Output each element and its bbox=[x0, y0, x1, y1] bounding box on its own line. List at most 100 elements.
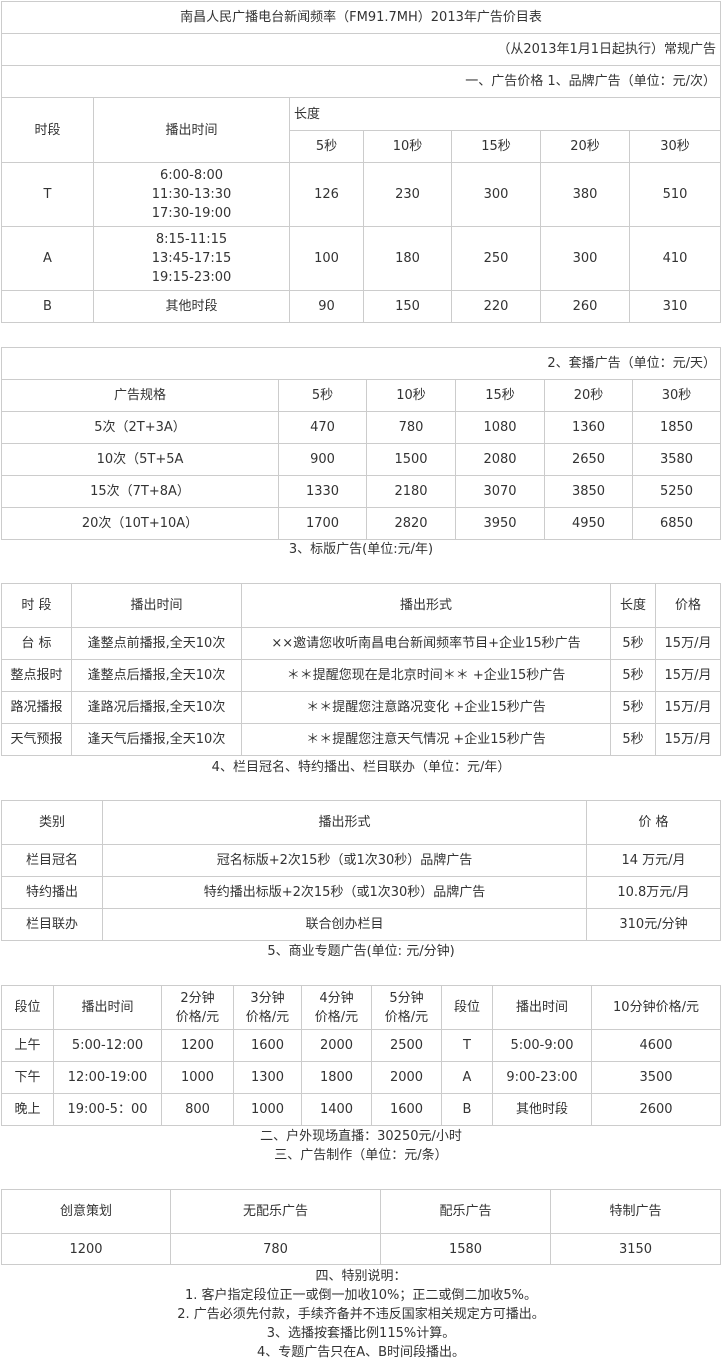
brand-ad-table: 南昌人民广播电台新闻频率（FM91.7MH）2013年广告价目表 （从2013年… bbox=[0, 1, 722, 323]
price-cell: 310 bbox=[628, 290, 722, 323]
price-cell: 2000 bbox=[301, 1029, 372, 1062]
header-creative: 创意策划 bbox=[1, 1189, 171, 1234]
period-cell: T bbox=[1, 162, 94, 227]
category-cell: 栏目冠名 bbox=[1, 844, 103, 877]
format-cell: 冠名标版+2次15秒（或1次30秒）品牌广告 bbox=[102, 844, 587, 877]
price-cell: 300 bbox=[451, 162, 541, 227]
table-row: 特约播出 特约播出标版+2次15秒（或1次30秒）品牌广告 10.8万元/月 bbox=[1, 876, 721, 909]
header-format: 播出形式 bbox=[241, 583, 611, 628]
table-row: B 其他时段 90 150 220 260 310 bbox=[1, 290, 722, 323]
price-cell: 1200 bbox=[161, 1029, 234, 1062]
header-with-music: 配乐广告 bbox=[380, 1189, 551, 1234]
price-cell: 15万/月 bbox=[655, 691, 721, 724]
price-cell: 510 bbox=[628, 162, 722, 227]
length-cell: 5秒 bbox=[610, 691, 656, 724]
note-item: 1. 客户指定段位正一或倒一加收10%；正二或倒二加收5%。 bbox=[184, 1288, 538, 1303]
table-row: 栏目联办 联合创办栏目 310元/分钟 bbox=[1, 908, 721, 941]
spec-cell: 10次（5T+5A bbox=[1, 443, 279, 476]
price-cell: 1080 bbox=[455, 411, 545, 444]
price-cell: 1200 bbox=[1, 1233, 171, 1265]
table-row: 台 标 逢整点前播报,全天10次 ××邀请您收听南昌电台新闻频率节目+企业15秒… bbox=[1, 627, 721, 660]
price-cell: 3070 bbox=[455, 475, 545, 508]
length-header: 15秒 bbox=[455, 379, 545, 412]
segment-cell: 下午 bbox=[1, 1061, 54, 1094]
price-cell: 1400 bbox=[301, 1093, 372, 1126]
period-cell: 台 标 bbox=[1, 627, 72, 660]
price-cell: 1580 bbox=[380, 1233, 551, 1265]
table-row: 上午 5:00-12:00 1200 1600 2000 2500 T 5:00… bbox=[1, 1029, 721, 1062]
price-cell: 220 bbox=[451, 290, 541, 323]
price-cell: 100 bbox=[289, 226, 364, 291]
header-period: 时段 bbox=[1, 97, 94, 163]
length-header: 30秒 bbox=[631, 379, 722, 412]
length-cell: 5秒 bbox=[610, 723, 656, 756]
price-cell: 1360 bbox=[544, 411, 633, 444]
time-line: 6:00-8:00 bbox=[159, 168, 224, 183]
effective-date: （从2013年1月1日起执行）常规广告 bbox=[0, 33, 722, 66]
category-cell: 栏目联办 bbox=[1, 908, 103, 941]
time-cell: 12:00-19:00 bbox=[53, 1061, 162, 1094]
price-cell: 2500 bbox=[371, 1029, 442, 1062]
table-row: 整点报时 逢整点后播报,全天10次 ＊＊提醒您现在是北京时间＊＊ +企业15秒广… bbox=[1, 659, 721, 692]
time-cell: 19:00-5：00 bbox=[53, 1093, 162, 1126]
caption-live-broadcast: 二、户外现场直播：30250元/小时 bbox=[260, 1129, 462, 1144]
length-header: 5秒 bbox=[278, 379, 367, 412]
price-cell: 5250 bbox=[631, 475, 722, 508]
format-cell: ＊＊提醒您注意天气情况 +企业15秒广告 bbox=[241, 723, 611, 756]
table-row: T 6:00-8:00 11:30-13:30 17:30-19:00 126 23… bbox=[1, 162, 722, 227]
price-cell: 1000 bbox=[161, 1061, 234, 1094]
table-row: 路况播报 逢路况后播报,全天10次 ＊＊提醒您注意路况变化 +企业15秒广告 5… bbox=[1, 691, 721, 724]
spec-cell: 5次（2T+3A） bbox=[1, 411, 279, 444]
production-table: 创意策划 无配乐广告 配乐广告 特制广告 1200 780 1580 3150 bbox=[1, 1189, 721, 1265]
header-time: 播出时间 bbox=[71, 583, 242, 628]
price-cell: 230 bbox=[363, 162, 452, 227]
time-cell: 8:15-11:15 13:45-17:15 19:15-23:00 bbox=[93, 226, 290, 291]
price-cell: 4950 bbox=[544, 507, 633, 540]
category-cell: 特约播出 bbox=[1, 876, 103, 909]
caption-ad-production: 三、广告制作（单位：元/条） bbox=[274, 1148, 448, 1163]
note-item: 4、专题广告只在A、B时间段播出。 bbox=[256, 1345, 466, 1360]
table-row: 5次（2T+3A） 470 780 1080 1360 1850 bbox=[1, 411, 722, 444]
time-line: 11:30-13:30 bbox=[151, 187, 232, 202]
sponsorship-table: 类别 播出形式 价 格 栏目冠名 冠名标版+2次15秒（或1次30秒）品牌广告 … bbox=[1, 800, 721, 941]
price-cell: 1000 bbox=[233, 1093, 302, 1126]
length-header: 10秒 bbox=[366, 379, 456, 412]
price-cell: 250 bbox=[451, 226, 541, 291]
time-line: 17:30-19:00 bbox=[151, 206, 232, 221]
price-cell: 2600 bbox=[591, 1093, 721, 1126]
price-cell: 1850 bbox=[631, 411, 722, 444]
section-brand-ads: 一、广告价格 1、品牌广告（单位：元/次） bbox=[0, 65, 722, 98]
header-time: 播出时间 bbox=[53, 985, 162, 1030]
price-cell: 2820 bbox=[366, 507, 456, 540]
format-cell: 特约播出标版+2次15秒（或1次30秒）品牌广告 bbox=[102, 876, 587, 909]
period-cell: 天气预报 bbox=[1, 723, 72, 756]
format-cell: ＊＊提醒您现在是北京时间＊＊ +企业15秒广告 bbox=[241, 659, 611, 692]
period-cell: 整点报时 bbox=[1, 659, 72, 692]
header-custom: 特制广告 bbox=[550, 1189, 721, 1234]
length-cell: 5秒 bbox=[610, 659, 656, 692]
header-3min: 3分钟 价格/元 bbox=[233, 985, 302, 1030]
note-item: 3、选播按套播比例115%计算。 bbox=[266, 1326, 456, 1341]
time-cell: 6:00-8:00 11:30-13:30 17:30-19:00 bbox=[93, 162, 290, 227]
header-4min: 4分钟 价格/元 bbox=[301, 985, 372, 1030]
length-header: 15秒 bbox=[451, 130, 541, 163]
price-cell: 310元/分钟 bbox=[586, 908, 721, 941]
caption-sponsorship: 4、栏目冠名、特约播出、栏目联办（单位：元/年） bbox=[211, 760, 511, 775]
price-cell: 14 万元/月 bbox=[586, 844, 721, 877]
table-row: 晚上 19:00-5：00 800 1000 1400 1600 B 其他时段 … bbox=[1, 1093, 721, 1126]
time-cell: 5:00-9:00 bbox=[492, 1029, 592, 1062]
time-cell: 逢天气后播报,全天10次 bbox=[71, 723, 242, 756]
price-cell: 780 bbox=[366, 411, 456, 444]
table-row: A 8:15-11:15 13:45-17:15 19:15-23:00 100 1… bbox=[1, 226, 722, 291]
length-header: 10秒 bbox=[363, 130, 452, 163]
price-cell: 380 bbox=[540, 162, 630, 227]
price-cell: 300 bbox=[540, 226, 630, 291]
price-cell: 2180 bbox=[366, 475, 456, 508]
time-cell: 5:00-12:00 bbox=[53, 1029, 162, 1062]
table-title: 南昌人民广播电台新闻频率（FM91.7MH）2013年广告价目表 bbox=[0, 1, 722, 34]
price-cell: 2080 bbox=[455, 443, 545, 476]
length-cell: 5秒 bbox=[610, 627, 656, 660]
header-spec: 广告规格 bbox=[1, 379, 279, 412]
header-segment-2: 段位 bbox=[441, 985, 493, 1030]
price-cell: 1300 bbox=[233, 1061, 302, 1094]
